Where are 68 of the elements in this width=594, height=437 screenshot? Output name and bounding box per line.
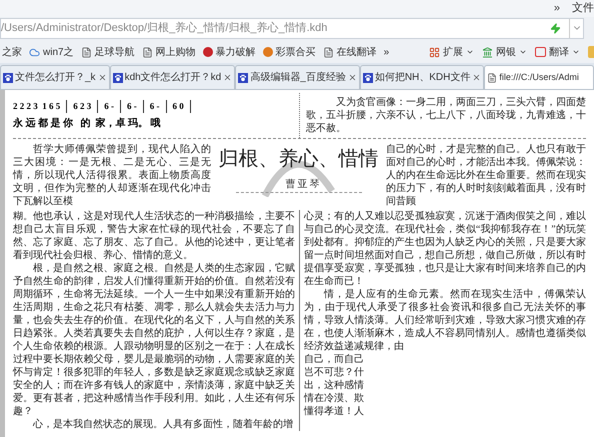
browser-tab[interactable]: 如何把NH、KDH文件 [360, 65, 484, 89]
paw-icon [112, 72, 123, 82]
text-line: 懂得孝道！人 [304, 405, 365, 418]
notation-measure: 6 2 3 [73, 100, 92, 113]
paragraph: 情，是人应有的生命元素。然而在现实生活中，傅佩荣认为，由于现代人承受了很多社会资讯和很多自己无法关怀的事情，导致人情淡薄。人们经常听到灾难，导致大家习惯灾难的存在，也使人渐渐麻木，造成人不容易同情别人。感情也遵循类似经济效益递减规律，由 [304, 288, 586, 353]
caret-icon [466, 48, 474, 56]
browser-tab[interactable]: file:///C:/Users/Admi [484, 65, 594, 89]
paw-icon [238, 72, 248, 82]
close-icon[interactable] [472, 73, 482, 82]
text-line: 情在冷漠、欺 [304, 392, 365, 405]
text-line: 自己，而自己 [304, 353, 365, 366]
browser-tab[interactable]: kdh文件怎么打开？kd [110, 65, 236, 89]
paw-icon [3, 72, 13, 82]
lyrics: 永 远 都 是 你 的 家，卓 玛。 哦 [13, 116, 162, 132]
notation-measure: 6 - [104, 100, 114, 113]
grid-icon [429, 46, 440, 58]
page-icon [322, 46, 334, 58]
logo-icon [262, 47, 273, 57]
bookmark-link[interactable]: win7之 [29, 44, 74, 60]
bar-line [97, 100, 98, 113]
bookmark-link[interactable]: 暴力破解 [202, 44, 256, 60]
bookmark-link[interactable]: 足球导航 [80, 44, 135, 60]
caret-icon [519, 48, 527, 56]
bookmark-link[interactable]: 网上购物 [142, 44, 196, 60]
bar-line [190, 100, 191, 113]
paragraph: 自己的心时，才是完整的自己。人也只有敢于面对自己的心时，才能活出本我。傅佩荣说：人的内在生命远比外在生命重要。然而在现实的压力下，有的人时时刻刻戴着面具，没有时间昔顾 [386, 143, 586, 208]
notation-measure: 6 - [127, 100, 137, 113]
overflow-chevrons[interactable]: » [554, 0, 560, 17]
author-name: 曹亚琴 [236, 177, 362, 193]
text-line: 岂不可悲？什 [304, 366, 365, 379]
bookmark-link[interactable]: 之家 [2, 44, 22, 60]
bank-icon [482, 46, 493, 58]
toolbar-button[interactable]: 扩展 [429, 44, 474, 60]
paragraph: 心灵；有的人又难以忍受孤独寂寞，沉迷于酒肉假笑之间，难以与自己的心灵交流。在现代社会，类似“我抑郁我存在！”的玩笑到处都有。抑郁症的产生也因为人缺乏内心的关照，只是要大家留一点时间坦然面对自己，想自己所想，做自己所做，所以有时提倡享受寂寞，享受孤独，也只是让大家有时间来培养自己的内在生命而已！ [304, 210, 586, 288]
address-field[interactable]: /Users/Administrator/Desktop/归根_养心_惜情/归根_养心_惜情.kdh [0, 18, 584, 38]
boxed-text: 又为贪官画像：一身二用，两面三刀，三头六臂，四面楚歌，五斗折腰，六亲不认，七上八下，八面玲珑，九青难逃，十恶不赦。 [306, 96, 586, 135]
overflow-chevrons[interactable]: » [384, 44, 390, 60]
paragraph: 根，是自然之根、家庭之根。自然是人类的生态家园，它赋予自然生命的韵律，启发人们懂得重新开始的价值。自然若没有周期循环，生命将无法延续。一个人一生中如果没有重新开始的生活周期，生命之花只有枯萎、凋零，那么人就会失去活力与力量，也会失去生存的价值。在现代化的名义下，人与自然的关系日趋紧张。人类若真要失去自然的庇护，人何以生存？家庭，是个人生命依赖的根源。人跟动物明显的区别之一在于：人在成长过程中要长期依赖父母，婴儿是最脆弱的动物，人需要家庭的关怀与肯定！很多犯罪的年轻人，多数是缺乏家庭观念或缺乏家庭安全的人；而在许多有钱人的家庭中，亲情淡薄，家庭中缺乏关爱。更有甚者，把这种感情当作手段利用。如此，人生还有何乐趣？ [13, 262, 295, 418]
close-icon[interactable] [348, 73, 357, 82]
close-icon[interactable] [98, 73, 107, 82]
cloud-icon [29, 46, 40, 58]
paragraph: 哲学大师傅佩荣曾提到，现代人陷入的三大困境：一是无根、二是无心、三是无情，所以现代人活得很累。表面上物质高度文明，但作为完整的人却逐渐在现代化冲击下瓦解以至模 [13, 143, 211, 208]
lightning-icon[interactable] [550, 22, 561, 34]
text-line: 出，这种感情 [304, 379, 365, 392]
notation-measure: 2 2 2 3 1 6 5 [13, 100, 60, 113]
close-icon[interactable] [223, 73, 232, 82]
toolbar-button[interactable]: 翻译 [535, 44, 580, 60]
logo-icon [202, 47, 213, 57]
article-title: 归根、养心、惜情 [218, 145, 378, 172]
paragraph: 糊。他也承认，这是对现代人生活状态的一种消极描绘，主要不想自己太盲目乐观，警告大家在忙碌的现代社会，不要忘了自然、忘了家庭、忘了朋友、忘了自己。从他的论述中，更让笔者看到现代社会归根、养心、惜情的意义。 [13, 210, 295, 262]
notation-measure: 6 0 [172, 100, 184, 113]
page-icon [142, 46, 153, 58]
browser-tab[interactable]: 高级编辑器_百度经验 [235, 65, 360, 89]
caret-icon [572, 48, 580, 56]
browser-tab[interactable]: 文件怎么打开？_k [0, 65, 110, 89]
paw-icon [362, 72, 373, 82]
translate-icon [535, 47, 546, 57]
bar-line [66, 100, 68, 113]
menu-item[interactable]: 文件 [572, 0, 594, 17]
notation-measure: 6 - [150, 100, 160, 113]
bookmark-link[interactable]: 彩票合买 [262, 44, 316, 60]
toolbar-button[interactable]: 网银 [482, 44, 527, 60]
paragraph: 心，是本我自然状态的展现。人具有多面性，随着年龄的增 [32, 418, 294, 431]
bookmark-link[interactable]: 在线翻译 [322, 44, 377, 60]
page-icon [80, 46, 92, 58]
bar-line [142, 100, 144, 113]
page-icon [487, 72, 498, 82]
bar-line [120, 100, 121, 113]
